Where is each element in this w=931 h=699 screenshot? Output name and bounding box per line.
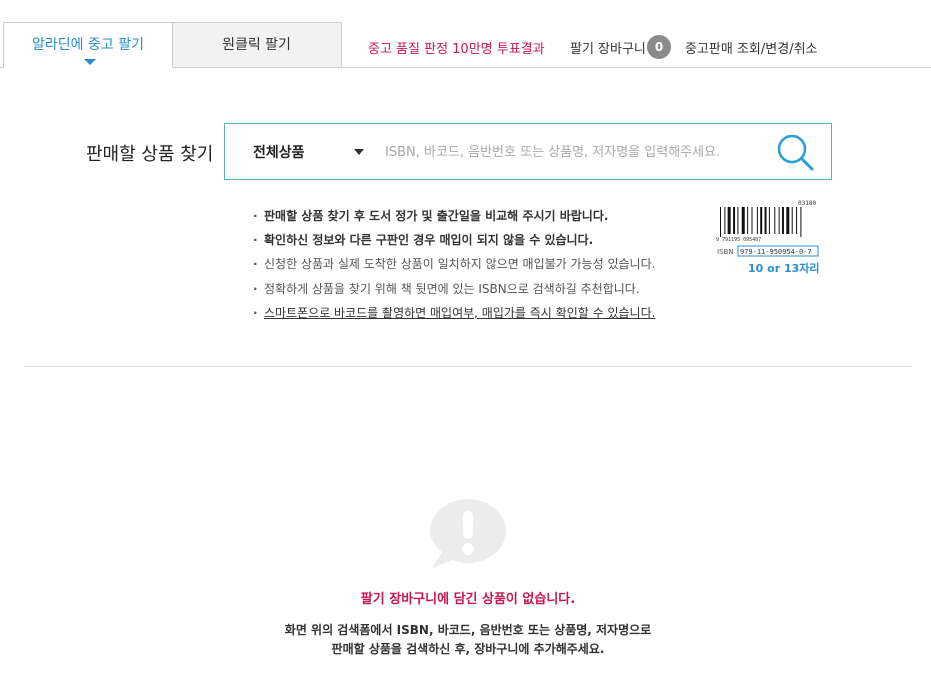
- sell-orders-link[interactable]: 중고판매 조회/변경/취소: [685, 38, 818, 57]
- barcode-bar: [724, 207, 726, 234]
- barcode-bar: [800, 207, 802, 237]
- barcode-digits: 9 791195 095407: [716, 237, 761, 243]
- empty-cart-title: 팔기 장바구니에 담긴 상품이 없습니다.: [360, 592, 576, 607]
- isbn-number: 979-11-950954-0-7: [740, 248, 812, 256]
- barcode-bar: [733, 207, 736, 234]
- barcode-bar: [768, 207, 770, 234]
- barcode-bar: [741, 207, 745, 234]
- barcode-bars: [720, 207, 802, 237]
- quality-vote-link[interactable]: 중고 품질 판정 10만명 투표결과: [368, 38, 545, 57]
- barcode-bar: [720, 207, 721, 237]
- tab-sell-to-aladin[interactable]: 알라딘에 중고 팔기: [3, 22, 173, 68]
- empty-cart-line: 판매할 상품을 검색하신 후, 장바구니에 추가해주세요.: [331, 642, 605, 656]
- barcode-bar: [774, 207, 776, 234]
- category-select-value: 전체상품: [253, 145, 305, 161]
- barcode-bar: [786, 207, 790, 234]
- empty-cart-description: 화면 위의 검색폼에서 ISBN, 바코드, 음반번호 또는 상품명, 저자명으…: [0, 621, 931, 659]
- barcode-bar: [737, 207, 739, 234]
- barcode-bar: [751, 207, 753, 234]
- barcode-top-number: 03180: [798, 200, 816, 207]
- empty-cart-line: 화면 위의 검색폼에서 ISBN, 바코드, 음반번호 또는 상품명, 저자명으…: [284, 623, 652, 637]
- barcode-bar: [747, 207, 749, 234]
- smartphone-barcode-link[interactable]: 스마트폰으로 바코드를 촬영하면 매입여부, 매입가를 즉시 확인할 수 있습니…: [264, 306, 655, 320]
- search-button[interactable]: [773, 130, 817, 174]
- barcode-bar: [727, 207, 731, 234]
- barcode-bar: [781, 207, 784, 234]
- isbn-prefix: ISBN: [717, 248, 734, 256]
- search-input[interactable]: [385, 140, 765, 164]
- triangle-down-icon: [354, 149, 364, 155]
- tab-one-click-sell-label: 원클릭 팔기: [222, 37, 291, 53]
- guide-item: 정확하게 상품을 찾기 위해 책 뒷면에 있는 ISBN으로 검색하길 추천합니…: [253, 277, 703, 301]
- top-tab-bar: 알라딘에 중고 팔기 원클릭 팔기 중고 품질 판정 10만명 투표결과 팔기 …: [0, 0, 931, 68]
- section-divider: [24, 366, 912, 367]
- exclamation-speech-bubble-icon: [430, 499, 506, 568]
- caret-down-icon: [84, 59, 96, 65]
- search-title: 판매할 상품 찾기: [86, 144, 214, 165]
- cart-count-badge: 0: [647, 35, 671, 59]
- magnifier-icon: [777, 134, 814, 171]
- tab-sell-to-aladin-label: 알라딘에 중고 팔기: [32, 37, 144, 53]
- barcode-bar: [764, 207, 767, 234]
- guide-item: 판매할 상품 찾기 후 도서 정가 및 출간일을 비교해 주시기 바랍니다.: [253, 204, 703, 228]
- search-box: 전체상품: [224, 123, 832, 180]
- tab-one-click-sell[interactable]: 원클릭 팔기: [172, 22, 342, 68]
- barcode-bar: [791, 207, 793, 234]
- barcode-bar: [796, 207, 798, 234]
- guide-item: 신청한 상품과 실제 도착한 상품이 일치하지 않으면 매입불가 가능성 있습니…: [253, 252, 703, 276]
- barcode-bar: [778, 207, 780, 234]
- sell-cart-link[interactable]: 팔기 장바구니: [570, 38, 646, 57]
- isbn-length-caption: 10 or 13자리: [748, 262, 820, 275]
- barcode-bar: [760, 207, 763, 234]
- search-guide-list: 판매할 상품 찾기 후 도서 정가 및 출간일을 비교해 주시기 바랍니다. 확…: [253, 204, 703, 325]
- guide-item: 스마트폰으로 바코드를 촬영하면 매입여부, 매입가를 즉시 확인할 수 있습니…: [253, 301, 703, 325]
- barcode-bar: [756, 207, 758, 234]
- category-select[interactable]: 전체상품: [253, 142, 365, 162]
- guide-item: 확인하신 정보와 다른 구판인 경우 매입이 되지 않을 수 있습니다.: [253, 228, 703, 252]
